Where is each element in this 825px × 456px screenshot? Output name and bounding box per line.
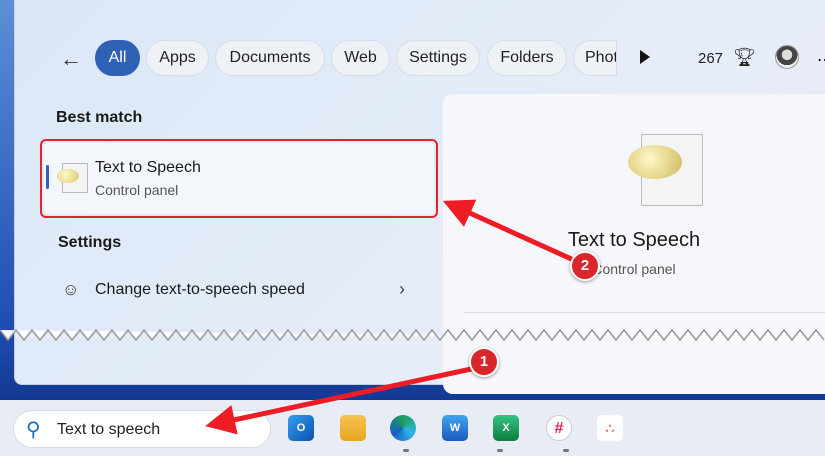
step-badge-2: 2 xyxy=(570,251,600,281)
arrow-2 xyxy=(442,199,580,265)
arrow-1 xyxy=(205,365,477,435)
annotation-arrows xyxy=(205,199,580,435)
step-badge-1: 1 xyxy=(469,347,499,377)
